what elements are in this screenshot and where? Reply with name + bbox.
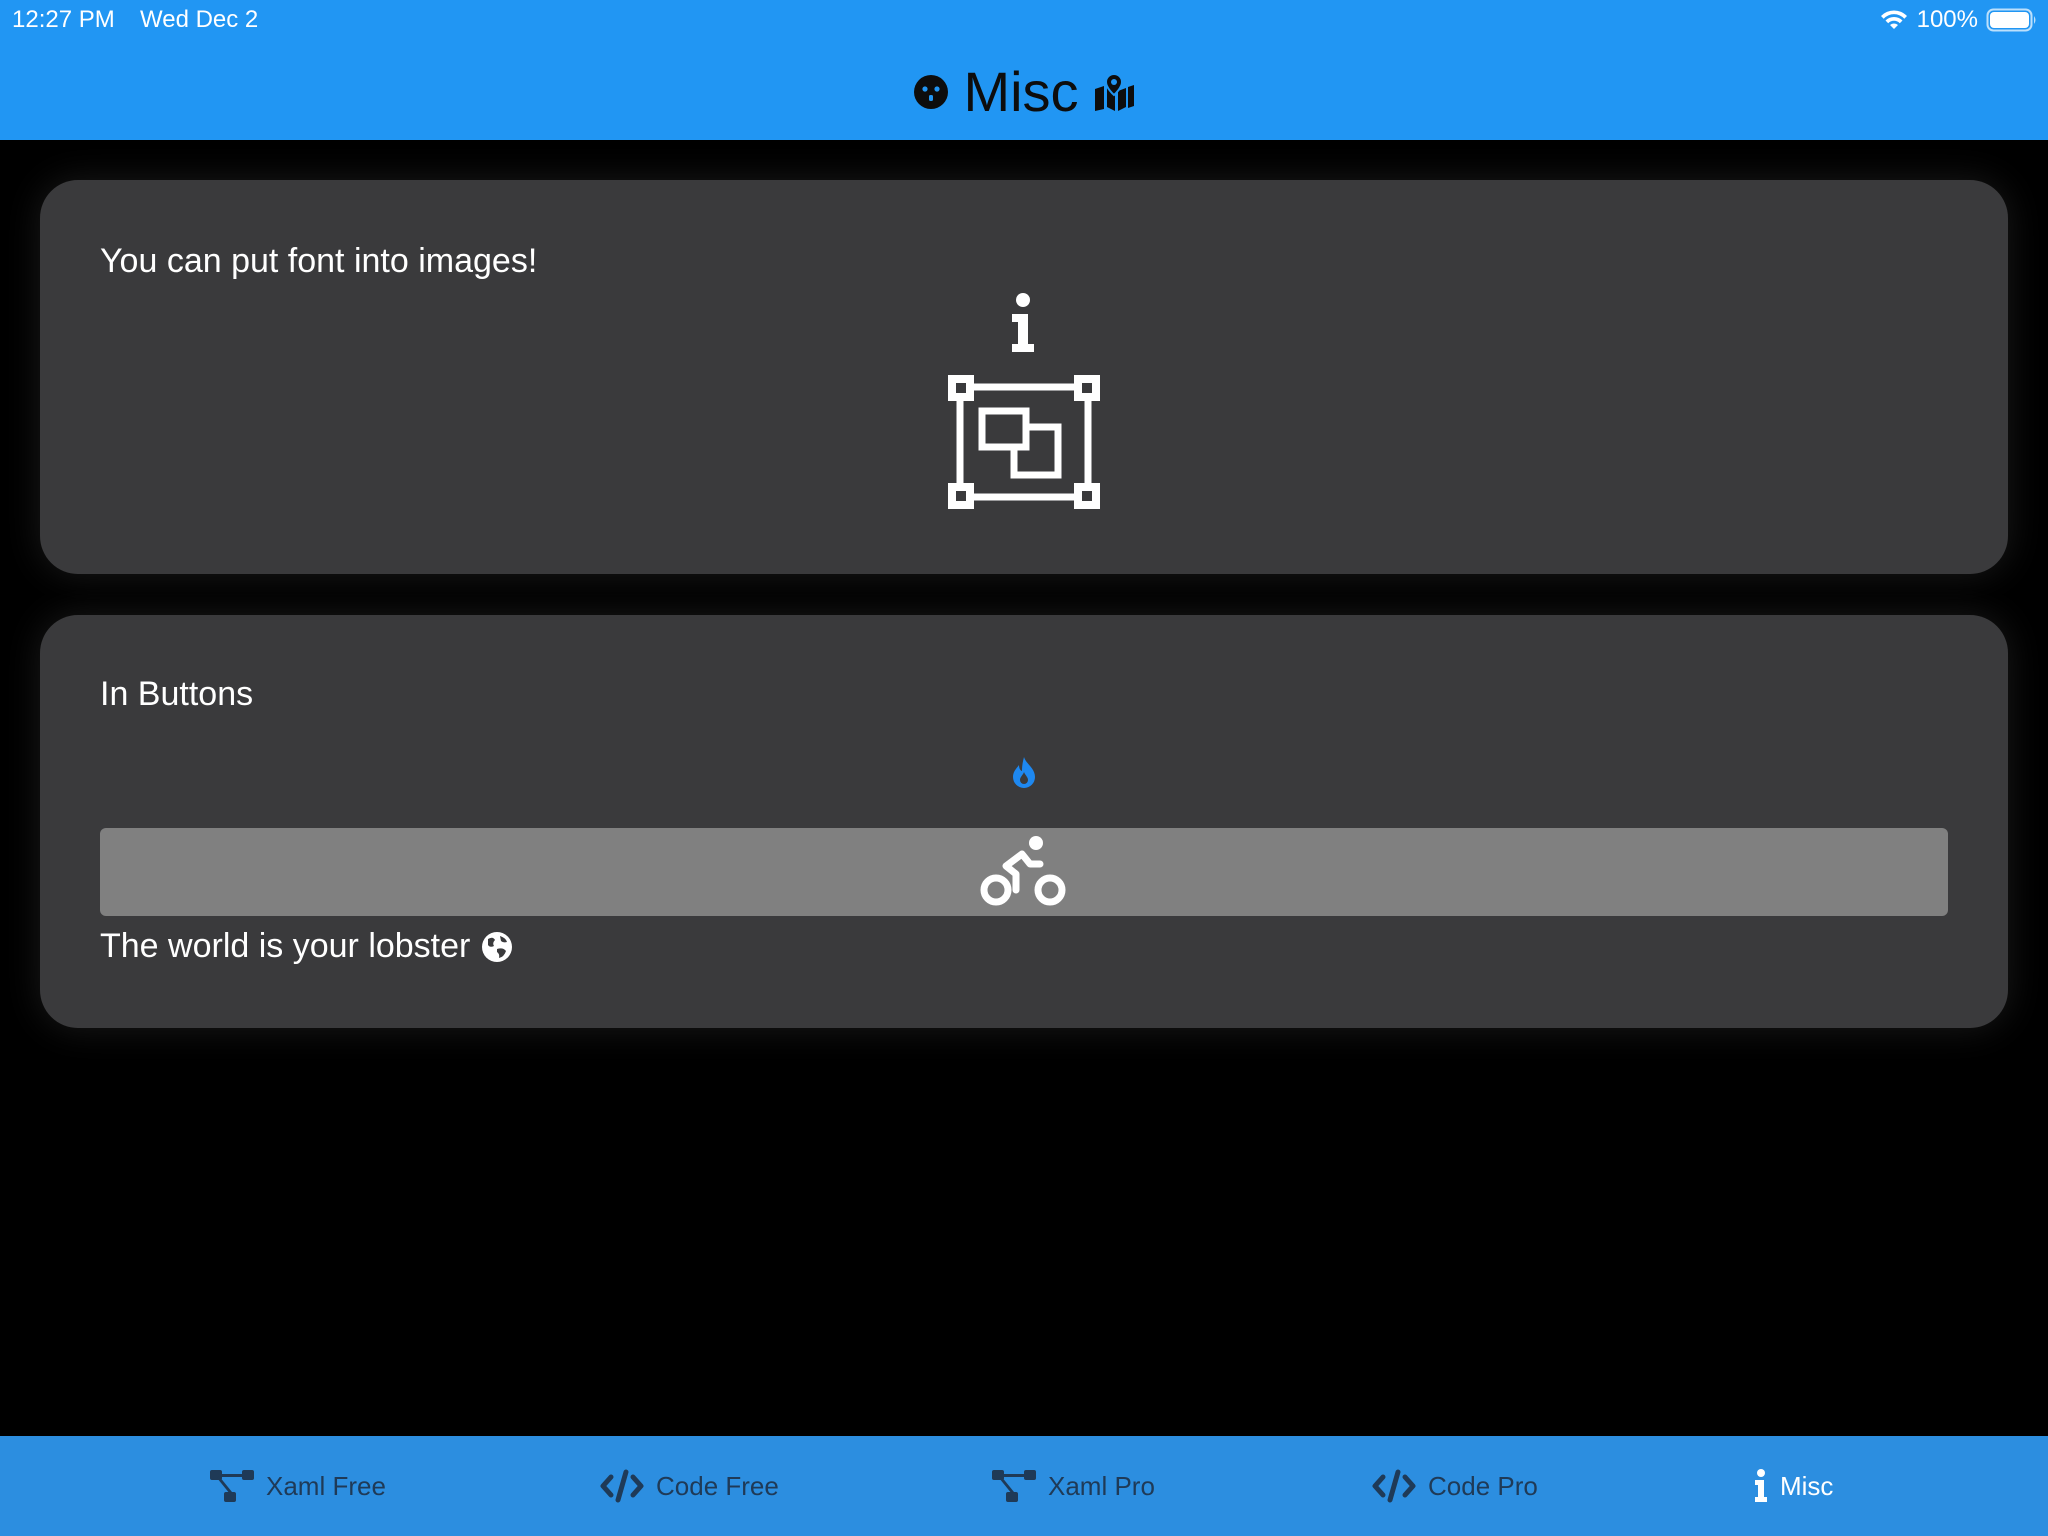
wifi-icon xyxy=(1879,8,1909,32)
bike-button[interactable] xyxy=(100,828,1948,916)
code-icon xyxy=(600,1469,644,1503)
tab-code-free[interactable]: Code Free xyxy=(600,1436,779,1536)
battery-percentage: 100% xyxy=(1916,6,1978,33)
map-marked-icon xyxy=(1093,73,1135,111)
card-title-buttons: In Buttons xyxy=(100,675,254,713)
buttons-card: In Buttons The world is your lobster xyxy=(40,615,2008,1028)
card-title-images: You can put font into images! xyxy=(100,242,538,280)
globe-icon xyxy=(480,930,514,964)
tab-misc[interactable]: Misc xyxy=(1754,1436,1833,1536)
fire-icon xyxy=(1011,756,1037,788)
tab-bar: Xaml Free Code Free Xaml Pro Code Pro Mi… xyxy=(0,1436,2048,1536)
lobster-text: The world is your lobster xyxy=(100,927,471,965)
page-title: Misc xyxy=(963,60,1079,123)
battery-icon xyxy=(1986,7,2038,33)
tab-label: Code Pro xyxy=(1428,1470,1538,1501)
object-ungroup-icon xyxy=(948,375,1100,509)
biking-icon xyxy=(980,836,1068,908)
tab-label: Misc xyxy=(1780,1470,1834,1501)
font-images-card: You can put font into images! xyxy=(40,180,2008,574)
sitemap-icon xyxy=(992,1468,1036,1504)
status-indicators: 100% xyxy=(1879,4,2038,36)
nav-title-group: Misc xyxy=(0,56,2048,128)
tab-label: Xaml Pro xyxy=(1048,1470,1155,1501)
tab-xaml-free[interactable]: Xaml Free xyxy=(210,1436,386,1536)
sitemap-icon xyxy=(210,1468,254,1504)
code-icon xyxy=(1372,1469,1416,1503)
outlet-icon xyxy=(913,74,949,110)
lobster-row: The world is your lobster xyxy=(100,927,514,966)
tab-label: Code Free xyxy=(656,1470,779,1501)
tab-label: Xaml Free xyxy=(266,1470,386,1501)
status-time: 12:27 PM xyxy=(12,6,115,33)
navigation-bar: 12:27 PM Wed Dec 2 100% Misc xyxy=(0,0,2048,140)
info-icon xyxy=(1754,1469,1768,1503)
info-icon xyxy=(1009,292,1037,354)
tab-code-pro[interactable]: Code Pro xyxy=(1372,1436,1538,1536)
tab-xaml-pro[interactable]: Xaml Pro xyxy=(992,1436,1155,1536)
status-date: Wed Dec 2 xyxy=(140,6,259,33)
fire-button[interactable] xyxy=(1011,756,1037,788)
